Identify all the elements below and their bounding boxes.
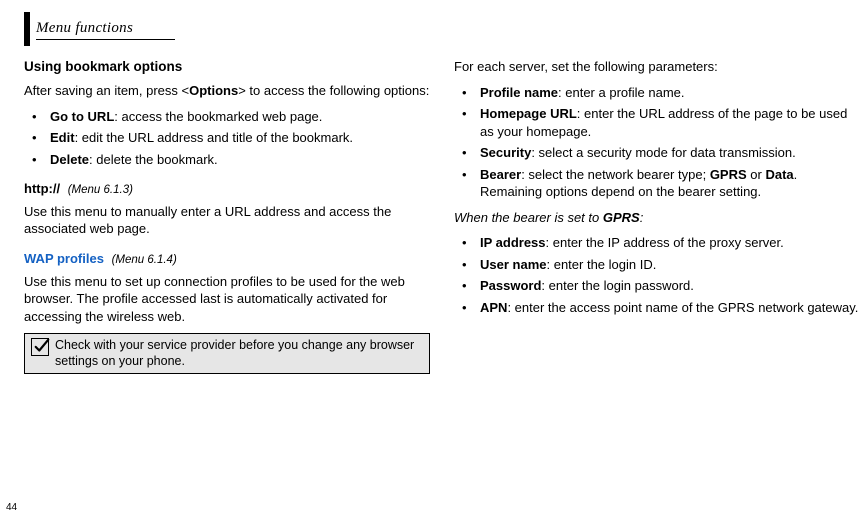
section-title-bookmark-options: Using bookmark options	[24, 58, 430, 76]
bearer-mid: or	[747, 167, 766, 182]
wap-lead: WAP profiles	[24, 251, 104, 266]
right-column: For each server, set the following param…	[454, 58, 860, 496]
bookmark-options-list: Go to URL: access the bookmarked web pag…	[24, 108, 430, 169]
param-term: User name	[480, 257, 546, 272]
list-item: Delete: delete the bookmark.	[24, 151, 430, 169]
when-pre: When the bearer is set to	[454, 210, 603, 225]
http-desc: Use this menu to manually enter a URL ad…	[24, 203, 430, 238]
http-menu-ref: (Menu 6.1.3)	[68, 184, 133, 196]
option-desc: : delete the bookmark.	[89, 152, 218, 167]
param-desc: : enter the IP address of the proxy serv…	[546, 235, 784, 250]
param-term: Security	[480, 145, 531, 160]
section-title-wap-profiles: WAP profiles (Menu 6.1.4)	[24, 250, 430, 269]
param-term: Bearer	[480, 167, 521, 182]
option-term: Delete	[50, 152, 89, 167]
wap-desc: Use this menu to set up connection profi…	[24, 273, 430, 326]
list-item: Password: enter the login password.	[454, 277, 860, 295]
list-item: Security: select a security mode for dat…	[454, 144, 860, 162]
bearer-option-data: Data	[765, 167, 793, 182]
server-params-intro: For each server, set the following param…	[454, 58, 860, 76]
bearer-pre: : select the network bearer type;	[521, 167, 710, 182]
list-item: Go to URL: access the bookmarked web pag…	[24, 108, 430, 126]
list-item: Homepage URL: enter the URL address of t…	[454, 105, 860, 140]
param-desc: : enter the access point name of the GPR…	[507, 300, 858, 315]
when-bold: GPRS	[603, 210, 640, 225]
list-item: IP address: enter the IP address of the …	[454, 234, 860, 252]
intro-pre: After saving an item, press <	[24, 83, 189, 98]
list-item: Edit: edit the URL address and title of …	[24, 129, 430, 147]
page: Menu functions 44 Using bookmark options…	[0, 0, 868, 520]
header-tab: Menu functions	[24, 16, 175, 42]
list-item: APN: enter the access point name of the …	[454, 299, 860, 317]
param-desc: : select a security mode for data transm…	[531, 145, 795, 160]
wap-menu-ref: (Menu 6.1.4)	[112, 254, 177, 266]
note-box: Check with your service provider before …	[24, 333, 430, 374]
checkbox-icon	[31, 338, 49, 356]
list-item: Bearer: select the network bearer type; …	[454, 166, 860, 201]
option-term: Go to URL	[50, 109, 114, 124]
option-desc: : edit the URL address and title of the …	[75, 130, 353, 145]
when-post: :	[640, 210, 644, 225]
option-desc: : access the bookmarked web page.	[114, 109, 322, 124]
server-params-list: Profile name: enter a profile name. Home…	[454, 84, 860, 201]
section-header: Menu functions	[36, 18, 175, 40]
param-term: Homepage URL	[480, 106, 577, 121]
options-soft-key: Options	[189, 83, 238, 98]
intro-post: > to access the following options:	[238, 83, 429, 98]
tab-accent-bar	[24, 12, 30, 46]
param-term: Profile name	[480, 85, 558, 100]
list-item: Profile name: enter a profile name.	[454, 84, 860, 102]
list-item: User name: enter the login ID.	[454, 256, 860, 274]
param-desc: : enter the login password.	[541, 278, 693, 293]
section-title-http: http:// (Menu 6.1.3)	[24, 180, 430, 199]
param-term: Password	[480, 278, 541, 293]
gprs-params-list: IP address: enter the IP address of the …	[454, 234, 860, 316]
http-lead: http://	[24, 181, 60, 196]
param-term: APN	[480, 300, 507, 315]
page-number: 44	[6, 501, 17, 515]
bearer-option-gprs: GPRS	[710, 167, 747, 182]
body-columns: Using bookmark options After saving an i…	[24, 58, 860, 496]
when-bearer-gprs: When the bearer is set to GPRS:	[454, 209, 860, 227]
param-desc: : enter the login ID.	[546, 257, 656, 272]
bookmark-options-intro: After saving an item, press <Options> to…	[24, 82, 430, 100]
left-column: Using bookmark options After saving an i…	[24, 58, 430, 496]
param-desc: : enter a profile name.	[558, 85, 684, 100]
param-term: IP address	[480, 235, 546, 250]
option-term: Edit	[50, 130, 75, 145]
note-text: Check with your service provider before …	[55, 338, 423, 369]
